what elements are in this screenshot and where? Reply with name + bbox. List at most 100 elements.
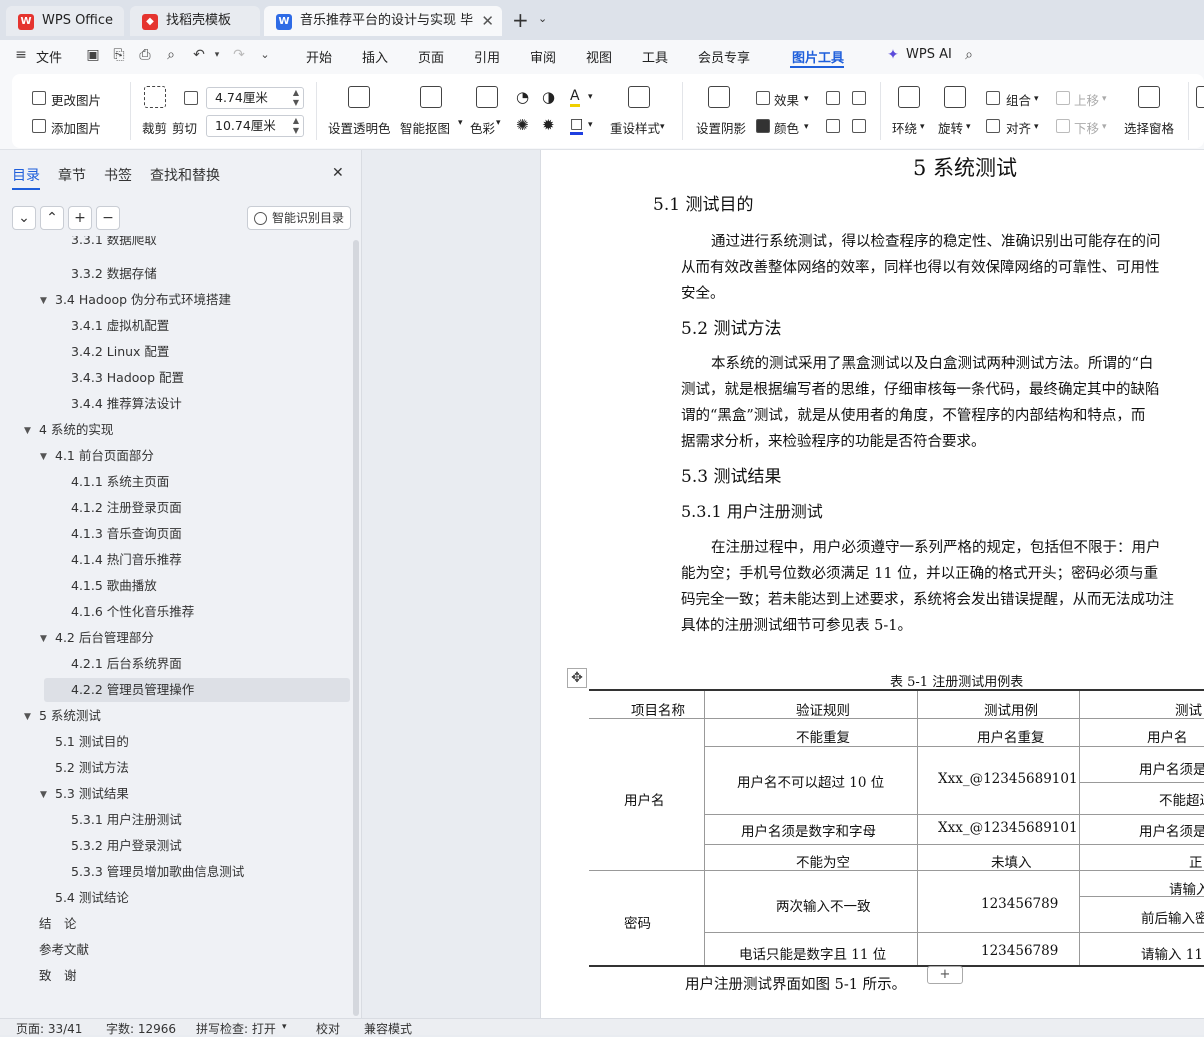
selection-pane-button[interactable]: 选择窗格 [1124, 118, 1174, 137]
table-add-row-icon[interactable]: + [927, 966, 963, 984]
caret-down-icon[interactable]: ▼ [24, 712, 31, 722]
share-icon[interactable]: ⎘ [110, 46, 128, 64]
tab-chapter[interactable]: 章节 [58, 165, 86, 185]
toc-item[interactable]: 5.2 测试方法 [55, 756, 129, 780]
toc-item[interactable]: 3.4.2 Linux 配置 [71, 340, 169, 364]
smart-cutout-button[interactable]: 智能抠图 [400, 118, 450, 137]
crop-button[interactable]: 裁剪 [142, 118, 167, 137]
menu-page[interactable]: 页面 [418, 47, 444, 66]
add-heading-icon[interactable]: + [68, 206, 92, 230]
shadow-up-icon[interactable] [826, 91, 840, 105]
toc-item[interactable]: 致 谢 [39, 964, 77, 988]
more-tools-icon[interactable] [1196, 86, 1204, 108]
toc-item[interactable]: 3.4.4 推荐算法设计 [71, 392, 182, 416]
spinner-arrows-icon[interactable]: ▲ ▼ [293, 88, 299, 108]
brightness-down-icon[interactable]: ◑ [542, 88, 555, 106]
chevron-down-icon[interactable]: ▾ [458, 118, 463, 128]
tab-toc[interactable]: 目录 [12, 165, 40, 185]
toc-item[interactable]: 结 论 [39, 912, 77, 936]
chevron-down-icon[interactable]: ▾ [804, 122, 809, 132]
toc-item[interactable]: 5.3 测试结果 [55, 782, 129, 806]
align-button[interactable]: 对齐 [1006, 118, 1031, 137]
chevron-down-icon[interactable]: ▾ [588, 120, 593, 130]
contrast-down-icon[interactable]: ✹ [542, 116, 555, 134]
toc-item[interactable]: 4.1.3 音乐查询页面 [71, 522, 182, 546]
toc-item-selected[interactable]: 4.2.2 管理员管理操作 [71, 678, 194, 702]
tab-bookmark[interactable]: 书签 [104, 165, 132, 185]
page-indicator[interactable]: 页面: 33/41 [16, 1020, 82, 1037]
chevron-down-icon[interactable]: ▾ [588, 92, 593, 102]
rotate-button[interactable]: 旋转 [938, 118, 963, 137]
document-page[interactable]: 5 系统测试 5.1 测试目的 通过进行系统测试，得以检查程序的稳定性、准确识别… [540, 150, 1204, 1018]
caret-down-icon[interactable]: ▼ [40, 296, 47, 306]
color-button[interactable]: 色彩 [470, 118, 495, 137]
clip-button[interactable]: 剪切 [172, 118, 197, 137]
toc-item[interactable]: 4.1.4 热门音乐推荐 [71, 548, 182, 572]
chevron-down-icon[interactable]: ▾ [660, 122, 665, 132]
tab-wps-office[interactable]: W WPS Office [6, 6, 124, 36]
menu-review[interactable]: 审阅 [530, 47, 556, 66]
save-icon[interactable]: ▣ [84, 46, 102, 64]
toc-item[interactable]: 5.1 测试目的 [55, 730, 129, 754]
toc-item[interactable]: 5 系统测试 [39, 704, 101, 728]
spinner-arrows-icon[interactable]: ▲ ▼ [293, 116, 299, 136]
toc-item[interactable]: 4.1.2 注册登录页面 [71, 496, 182, 520]
width-input[interactable]: 10.74厘米 ▲ ▼ [206, 115, 304, 137]
undo-icon[interactable]: ↶ [190, 46, 208, 64]
set-transparent-button[interactable]: 设置透明色 [328, 118, 391, 137]
menu-wps-ai[interactable]: WPS AI [906, 47, 952, 62]
highlight-icon[interactable]: A [570, 88, 580, 107]
add-picture-button[interactable]: 添加图片 [51, 118, 101, 137]
chevron-down-icon[interactable]: ▾ [1102, 122, 1107, 132]
shadow-down-icon[interactable] [852, 91, 866, 105]
menu-vip[interactable]: 会员专享 [698, 47, 750, 66]
chevron-down-icon[interactable]: ▾ [966, 122, 971, 132]
move-down-button[interactable]: 下移 [1074, 118, 1099, 137]
toc-item[interactable]: 5.3.3 管理员增加歌曲信息测试 [71, 860, 244, 884]
menu-file[interactable]: 文件 [36, 47, 62, 66]
border-color-icon[interactable]: □ [570, 116, 584, 135]
chevron-down-icon[interactable]: ▾ [1102, 94, 1107, 104]
close-tab-icon[interactable]: ✕ [481, 6, 494, 36]
change-picture-button[interactable]: 更改图片 [51, 90, 101, 109]
toc-item[interactable]: 4.1 前台页面部分 [55, 444, 154, 468]
menu-picture-tools[interactable]: 图片工具 [792, 47, 844, 66]
effect-button[interactable]: 效果 [774, 90, 799, 109]
tab-document[interactable]: W 音乐推荐平台的设计与实现 毕 ✕ [264, 6, 502, 36]
search-icon[interactable]: ⌕ [960, 46, 978, 64]
caret-down-icon[interactable]: ▼ [40, 452, 47, 462]
more-chevron-icon[interactable]: ⌄ [256, 46, 274, 64]
toc-item[interactable]: 3.3.1 数据爬取 [71, 236, 157, 250]
shadow-right-icon[interactable] [852, 119, 866, 133]
chevron-down-icon[interactable]: ▾ [208, 46, 226, 64]
caret-down-icon[interactable]: ▼ [40, 790, 47, 800]
nav-scrollbar[interactable] [353, 240, 359, 1016]
set-shadow-button[interactable]: 设置阴影 [696, 118, 746, 137]
smart-toc-button[interactable]: 智能识别目录 [247, 206, 351, 230]
spell-check[interactable]: 拼写检查: 打开 [196, 1020, 276, 1037]
contrast-up-icon[interactable]: ✺ [516, 116, 529, 134]
hamburger-icon[interactable]: ≡ [12, 46, 30, 64]
chevron-down-icon[interactable]: ▾ [920, 122, 925, 132]
toc-item[interactable]: 3.4.3 Hadoop 配置 [71, 366, 184, 390]
expand-down-icon[interactable]: ⌄ [12, 206, 36, 230]
reset-style-button[interactable]: 重设样式 [610, 118, 660, 137]
chevron-down-icon[interactable]: ▾ [804, 94, 809, 104]
toc-item[interactable]: 3.4.1 虚拟机配置 [71, 314, 169, 338]
menu-start[interactable]: 开始 [306, 47, 332, 66]
print-preview-icon[interactable]: ⌕ [162, 46, 180, 64]
menu-view[interactable]: 视图 [586, 47, 612, 66]
chevron-down-icon[interactable]: ▾ [496, 118, 501, 128]
toc-item[interactable]: 5.3.1 用户注册测试 [71, 808, 182, 832]
chevron-down-icon[interactable]: ▾ [1034, 122, 1039, 132]
move-up-button[interactable]: 上移 [1074, 90, 1099, 109]
toc-item[interactable]: 3.4 Hadoop 伪分布式环境搭建 [55, 288, 231, 312]
caret-down-icon[interactable]: ▼ [24, 426, 31, 436]
chevron-down-icon[interactable]: ▾ [282, 1022, 287, 1032]
redo-icon[interactable]: ↷ [230, 46, 248, 64]
menu-tools[interactable]: 工具 [642, 47, 668, 66]
table-move-handle-icon[interactable]: ✥ [567, 668, 587, 688]
toc-item[interactable]: 5.4 测试结论 [55, 886, 129, 910]
caret-down-icon[interactable]: ▼ [40, 634, 47, 644]
toc-item[interactable]: 4.2 后台管理部分 [55, 626, 154, 650]
